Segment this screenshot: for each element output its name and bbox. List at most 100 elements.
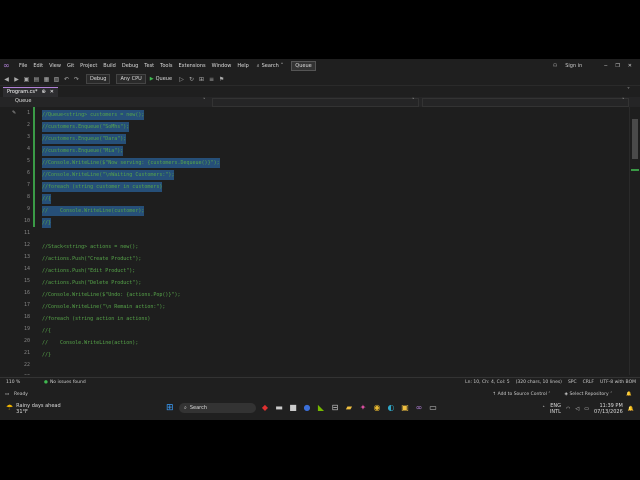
menu-git[interactable]: Git: [67, 63, 74, 69]
code-line[interactable]: //foreach (string action in actions): [42, 314, 150, 324]
save-icon[interactable]: ▦: [43, 76, 50, 83]
file-encoding[interactable]: UTF-8 with BOM: [600, 380, 636, 385]
member-dropdown[interactable]: [422, 98, 629, 107]
code-line[interactable]: //SortedSet<decimal> salaries = new() { …: [42, 374, 247, 375]
menu-file[interactable]: File: [19, 63, 27, 69]
select-repository-button[interactable]: ◈ Select Repository ˄: [565, 392, 613, 397]
forward-icon[interactable]: ▶: [13, 76, 20, 83]
wifi-icon[interactable]: ◠: [566, 406, 570, 412]
project-dropdown[interactable]: Queue: [3, 98, 220, 105]
maximize-icon[interactable]: ❐: [615, 63, 619, 69]
toolbar-icon-a[interactable]: ⊞: [198, 76, 205, 83]
code-line[interactable]: //Stack<string> actions = new();: [42, 242, 138, 252]
code-line[interactable]: //}: [42, 218, 52, 228]
menu-project[interactable]: Project: [80, 63, 97, 69]
issues-indicator[interactable]: ● No issues found: [44, 380, 86, 385]
menu-test[interactable]: Test: [144, 63, 154, 69]
code-line[interactable]: //Console.WriteLine("\nWaiting Customers…: [42, 170, 175, 180]
nvidia-icon[interactable]: ◣: [316, 403, 326, 413]
code-line[interactable]: // Console.WriteLine(action);: [42, 338, 138, 348]
code-line[interactable]: //customers.Enqueue("Mia");: [42, 146, 124, 156]
zoom-level[interactable]: 110 %: [6, 380, 20, 385]
pin-icon[interactable]: ⊕: [42, 88, 46, 97]
camera-icon[interactable]: ■: [288, 403, 298, 413]
code-line[interactable]: //Console.WriteLine($"Now serving: {cust…: [42, 158, 220, 168]
code-line[interactable]: //customers.Enqueue("SoMhs");: [42, 122, 130, 132]
folder-icon[interactable]: ▰: [344, 403, 354, 413]
search-button[interactable]: ⌕ Search ˅: [257, 63, 284, 69]
code-line[interactable]: // Console.WriteLine(customer);: [42, 206, 145, 216]
add-to-source-control-button[interactable]: ↑ Add to Source Control ˄: [492, 392, 550, 397]
type-dropdown[interactable]: [212, 98, 419, 107]
search-icon: ⌕: [184, 405, 187, 411]
code-line[interactable]: //Queue<string> customers = new();: [42, 110, 145, 120]
close-tab-icon[interactable]: ✕: [50, 88, 54, 97]
close-icon[interactable]: ✕: [628, 63, 632, 69]
tray-chevron-icon[interactable]: ˄: [542, 406, 545, 412]
visual-studio-app-icon[interactable]: ∞: [414, 403, 424, 413]
code-line[interactable]: //Console.WriteLine("\n Remain action:")…: [42, 302, 165, 312]
code-line[interactable]: //actions.Push("Create Product");: [42, 254, 141, 264]
redo-icon[interactable]: ↷: [73, 76, 80, 83]
edge-icon[interactable]: ◐: [386, 403, 396, 413]
notifications-icon[interactable]: 🔔: [626, 392, 632, 397]
code-editor[interactable]: ✎ 1234567891011121314151617181920212223 …: [0, 107, 630, 375]
code-line[interactable]: //{: [42, 326, 51, 336]
volume-icon[interactable]: ◁: [575, 406, 579, 412]
undo-icon[interactable]: ↶: [63, 76, 70, 83]
mcafee-icon[interactable]: ◆: [260, 403, 270, 413]
sign-in-link[interactable]: Sign in: [565, 63, 582, 69]
taskbar-search[interactable]: ⌕ Search: [179, 403, 256, 413]
menu-edit[interactable]: Edit: [33, 63, 43, 69]
bookmark-icon[interactable]: ⚑: [218, 76, 225, 83]
menu-window[interactable]: Window: [212, 63, 232, 69]
tab-list-chevron-icon[interactable]: ˅: [627, 87, 630, 94]
menu-debug[interactable]: Debug: [122, 63, 138, 69]
start-without-debugging-icon[interactable]: ▷: [178, 76, 185, 83]
weather-widget[interactable]: ☂ Rainy days ahead 31°F: [6, 403, 61, 415]
clock[interactable]: 11:39 PM 07/13/2026: [594, 403, 623, 415]
start-debugging-button[interactable]: ▶ Queue: [150, 76, 172, 82]
new-project-icon[interactable]: ▣: [23, 76, 30, 83]
configuration-select[interactable]: Debug: [86, 74, 111, 84]
file-explorer-app-icon[interactable]: ▬: [274, 403, 284, 413]
save-all-icon[interactable]: ▧: [53, 76, 60, 83]
line-ending[interactable]: CRLF: [583, 380, 594, 385]
platform-select[interactable]: Any CPU: [116, 74, 146, 84]
toolbar-icon-b[interactable]: ≡: [208, 76, 215, 83]
code-line[interactable]: //}: [42, 350, 51, 360]
menu-help[interactable]: Help: [237, 63, 248, 69]
app-icon-blue[interactable]: ●: [302, 403, 312, 413]
code-line[interactable]: //{: [42, 194, 52, 204]
scrollbar-thumb[interactable]: [632, 119, 638, 159]
line-number: 7: [26, 182, 30, 188]
terminal-app-icon[interactable]: ▭: [428, 403, 438, 413]
windows-start-icon[interactable]: ⊞: [166, 403, 175, 413]
notes-icon[interactable]: ▣: [400, 403, 410, 413]
line-number: 22: [23, 362, 30, 368]
code-line[interactable]: //foreach (string customer in customers): [42, 182, 163, 192]
vertical-scrollbar[interactable]: [629, 107, 640, 375]
store-icon[interactable]: ⊟: [330, 403, 340, 413]
notification-bell-icon[interactable]: 🔔: [628, 406, 634, 412]
battery-icon[interactable]: ▭: [584, 406, 589, 412]
menu-extensions[interactable]: Extensions: [178, 63, 205, 69]
tab-program-cs[interactable]: Program.cs* ⊕ ✕: [3, 87, 58, 97]
minimize-icon[interactable]: ─: [604, 63, 607, 69]
copilot-icon[interactable]: ✦: [358, 403, 368, 413]
chrome-icon[interactable]: ◉: [372, 403, 382, 413]
language-indicator[interactable]: ENG INTL: [550, 403, 561, 415]
back-icon[interactable]: ◀: [3, 76, 10, 83]
solution-name-badge[interactable]: Queue: [291, 61, 316, 71]
code-line[interactable]: //actions.Push("Delete Product");: [42, 278, 141, 288]
code-line[interactable]: //actions.Push("Edit Product");: [42, 266, 135, 276]
code-line[interactable]: //Console.WriteLine($"Undo: {actions.Pop…: [42, 290, 180, 300]
menu-build[interactable]: Build: [103, 63, 116, 69]
code-line[interactable]: //customers.Enqueue("Dara");: [42, 134, 127, 144]
open-folder-icon[interactable]: ▤: [33, 76, 40, 83]
menu-view[interactable]: View: [49, 63, 61, 69]
menu-tools[interactable]: Tools: [160, 63, 172, 69]
indent-mode[interactable]: SPC: [568, 380, 577, 385]
hot-reload-icon[interactable]: ↻: [188, 76, 195, 83]
account-icon[interactable]: ⚇: [553, 63, 557, 69]
